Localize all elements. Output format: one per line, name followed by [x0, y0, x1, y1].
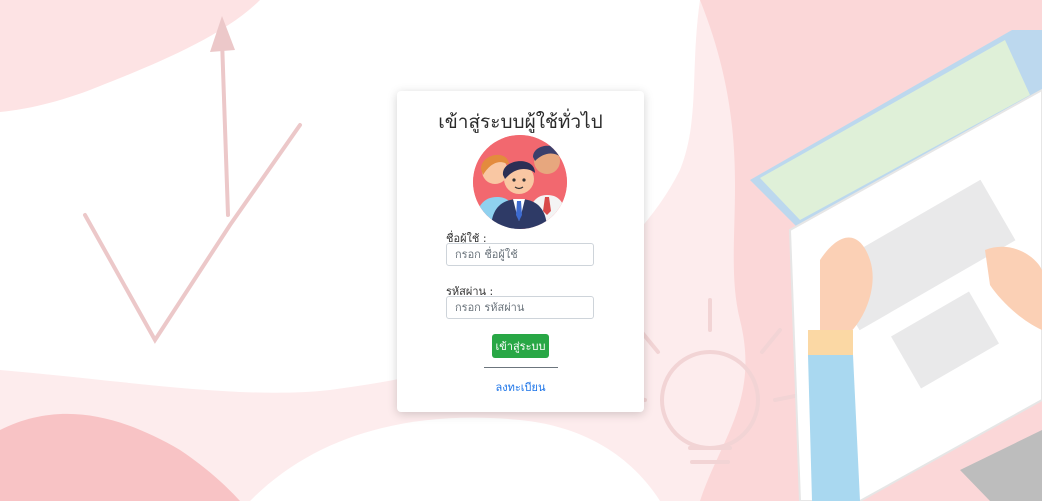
divider: [484, 367, 558, 368]
login-card: เข้าสู่ระบบผู้ใช้ทั่วไป ชื่อผู้ใช้ : รหั…: [397, 91, 644, 412]
login-button[interactable]: เข้าสู่ระบบ: [492, 334, 549, 358]
password-input[interactable]: [446, 296, 594, 319]
users-avatar-icon: [473, 135, 567, 229]
username-input[interactable]: [446, 243, 594, 266]
page-title: เข้าสู่ระบบผู้ใช้ทั่วไป: [438, 111, 603, 133]
register-link[interactable]: ลงทะเบียน: [397, 378, 644, 396]
